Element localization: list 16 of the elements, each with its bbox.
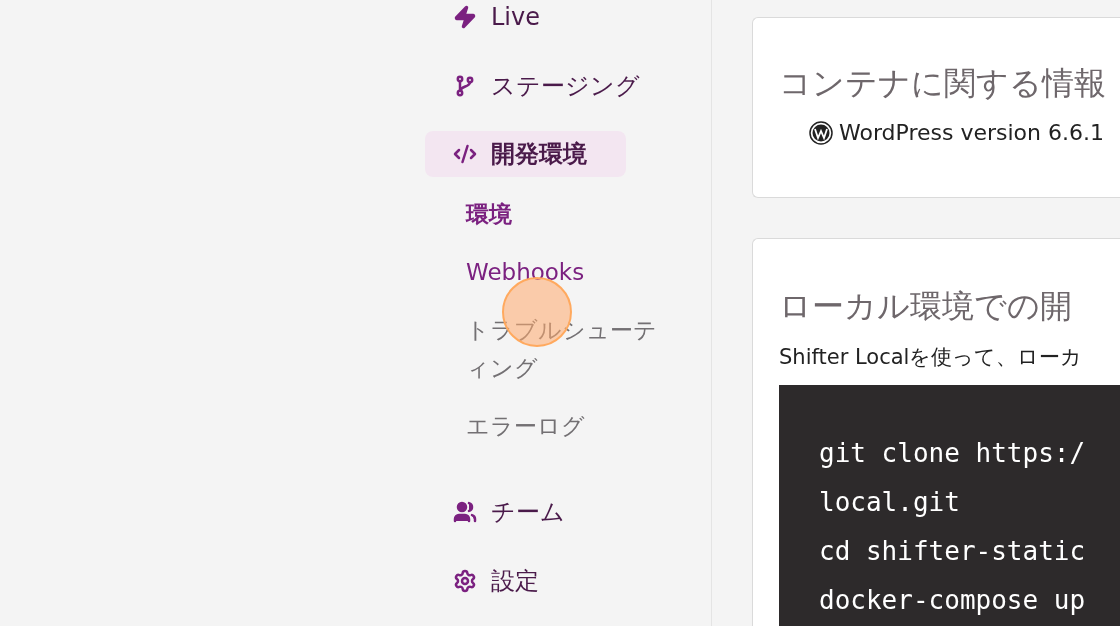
nav-item[interactable]: チーム (425, 489, 626, 536)
sub-nav-item[interactable]: 環境 (466, 195, 666, 234)
nav-item[interactable]: ステージング (425, 62, 656, 109)
nav-item[interactable]: Live (425, 0, 626, 41)
card-title: コンテナに関する情報 (779, 63, 1107, 104)
nav-item[interactable]: 開発環境 (425, 130, 626, 178)
version-text: WordPress version 6.6.1 (839, 120, 1104, 145)
code-line: cd shifter-static (819, 535, 1087, 568)
sub-nav-item[interactable]: エラーログ (466, 407, 666, 446)
code-line: docker-compose up (819, 584, 1087, 617)
code-line: git clone https:/ (819, 437, 1087, 470)
card-title: ローカル環境での開 (779, 286, 1073, 327)
sub-nav-item[interactable]: Webhooks (466, 253, 666, 292)
code-line: local.git (819, 486, 961, 519)
description-text: Shifter Localを使って、ローカ (779, 344, 1084, 371)
nav-item[interactable]: 設定 (425, 557, 626, 605)
